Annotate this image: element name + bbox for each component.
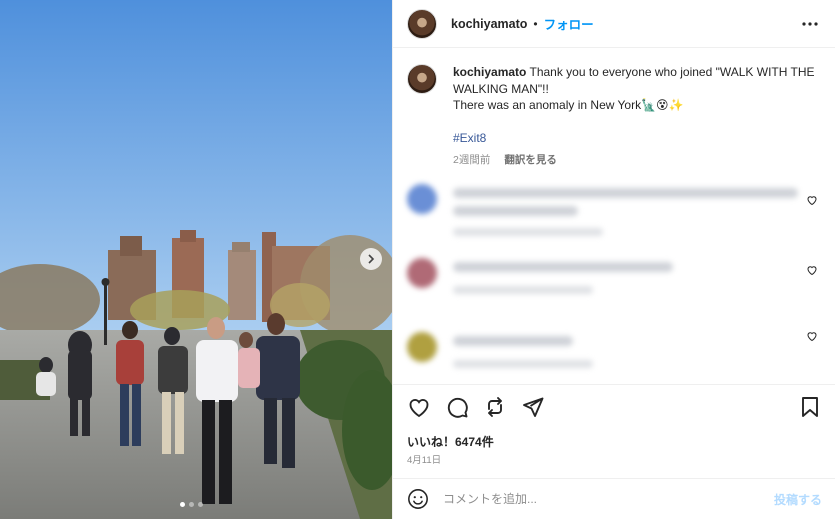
comment-icon[interactable]	[445, 395, 469, 419]
more-options-button[interactable]	[800, 14, 820, 34]
action-row	[407, 395, 545, 419]
blurred-comment-text	[453, 336, 573, 346]
blurred-comment-text	[453, 206, 578, 216]
comment-avatar[interactable]	[407, 184, 437, 214]
caption-meta: 2週間前 翻訳を見る	[453, 152, 822, 169]
emoji-icon[interactable]	[407, 488, 429, 510]
caption-username[interactable]: kochiyamato	[453, 65, 526, 79]
comment-avatar[interactable]	[407, 332, 437, 362]
next-photo-button[interactable]	[360, 248, 382, 270]
list-item	[407, 252, 822, 326]
caption-avatar[interactable]	[407, 64, 437, 94]
caption-text-line2: There was an anomaly in New York🗽😵✨	[453, 98, 684, 112]
heart-icon[interactable]	[806, 330, 818, 342]
post-actions: いいね！6474件 4月11日	[393, 384, 835, 466]
blurred-comment-meta	[453, 360, 593, 368]
post-date: 4月11日	[407, 455, 442, 466]
carousel-dot	[180, 502, 185, 507]
post-header: kochiyamato • フォロー	[393, 0, 835, 48]
carousel-dot	[189, 502, 194, 507]
blurred-comment-meta	[453, 228, 603, 236]
comment-bar: 投稿する	[393, 478, 835, 519]
carousel-dot	[198, 502, 203, 507]
header-username[interactable]: kochiyamato	[451, 17, 527, 31]
heart-icon[interactable]	[806, 194, 818, 206]
blurred-comment-text	[453, 188, 798, 198]
translate-button[interactable]: 翻訳を見る	[504, 152, 557, 169]
blurred-comment-text	[453, 262, 673, 272]
post-side-panel: kochiyamato • フォロー kochiyamato Thank you…	[392, 0, 835, 519]
list-item	[407, 326, 822, 386]
list-item	[407, 178, 822, 252]
follow-button[interactable]: フォロー	[544, 14, 594, 33]
more-horizontal-icon	[802, 22, 818, 26]
comments-list	[407, 178, 822, 386]
repost-icon[interactable]	[483, 395, 507, 419]
hashtag-link[interactable]: #Exit8	[453, 130, 822, 147]
bookmark-icon[interactable]	[798, 395, 822, 419]
chevron-right-icon	[368, 254, 375, 264]
post-photo[interactable]	[0, 0, 392, 519]
caption-body: kochiyamato Thank you to everyone who jo…	[453, 64, 822, 169]
blurred-comment-meta	[453, 286, 593, 294]
comment-avatar[interactable]	[407, 258, 437, 288]
comment-input[interactable]	[443, 492, 774, 506]
likes-count[interactable]: いいね！6474件	[407, 433, 494, 450]
header-separator: •	[533, 16, 538, 31]
heart-icon[interactable]	[806, 264, 818, 276]
avatar[interactable]	[407, 8, 437, 39]
post-comment-button[interactable]: 投稿する	[774, 491, 822, 508]
carousel-dots	[180, 502, 203, 507]
send-icon[interactable]	[521, 395, 545, 419]
caption-time: 2週間前	[453, 154, 491, 166]
park-crowd-photo	[0, 0, 392, 519]
heart-icon[interactable]	[407, 395, 431, 419]
post-caption: kochiyamato Thank you to everyone who jo…	[407, 64, 822, 169]
